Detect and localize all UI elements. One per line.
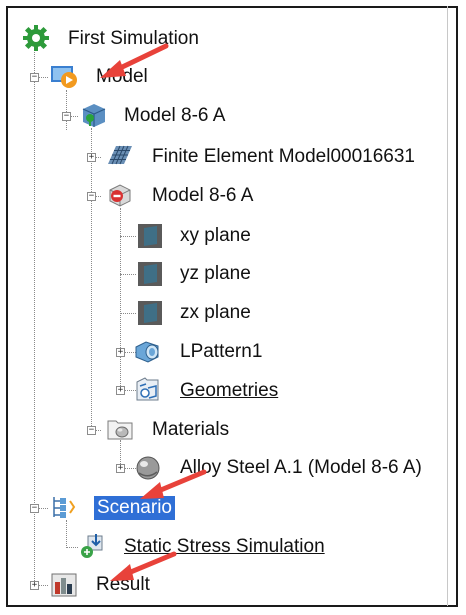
expand-toggle[interactable]: + bbox=[116, 386, 125, 395]
part-icon bbox=[82, 104, 106, 127]
body-icon bbox=[109, 184, 131, 207]
tree-node-label: Geometries bbox=[180, 380, 279, 401]
expand-toggle[interactable]: + bbox=[87, 153, 96, 162]
mesh-icon bbox=[108, 145, 132, 165]
tree-node-label: xy plane bbox=[180, 225, 251, 246]
tree-node-label: zx plane bbox=[180, 302, 251, 323]
collapse-toggle[interactable]: − bbox=[87, 426, 96, 435]
scenario-icon bbox=[53, 497, 76, 518]
expand-toggle[interactable]: + bbox=[116, 348, 125, 357]
tree-node-label: Model 8-6 A bbox=[152, 185, 254, 206]
collapse-toggle[interactable]: − bbox=[30, 73, 39, 82]
tree-node-label: Model 8-6 A bbox=[124, 105, 226, 126]
arrow-annotation-model bbox=[100, 43, 169, 78]
expand-toggle[interactable]: + bbox=[116, 464, 125, 473]
result-icon bbox=[51, 573, 77, 597]
collapse-toggle[interactable]: − bbox=[62, 112, 71, 121]
plane-icon bbox=[138, 262, 162, 286]
arrow-annotation-scenario bbox=[140, 469, 207, 499]
pattern-icon bbox=[135, 341, 159, 363]
tree-line bbox=[91, 128, 92, 430]
tree-node-label: Materials bbox=[152, 419, 230, 440]
panel-divider bbox=[447, 6, 448, 606]
plane-icon bbox=[138, 224, 162, 248]
expand-toggle[interactable]: + bbox=[30, 581, 39, 590]
tree-line bbox=[120, 313, 136, 314]
tree-node-label: yz plane bbox=[180, 263, 251, 284]
geometries-icon bbox=[136, 377, 159, 401]
gear-icon bbox=[23, 25, 49, 51]
collapse-toggle[interactable]: − bbox=[87, 192, 96, 201]
tree-node-label: LPattern1 bbox=[180, 341, 263, 362]
model-icon bbox=[51, 66, 77, 88]
folder-icon bbox=[107, 420, 133, 440]
tree-line bbox=[120, 236, 136, 237]
tree-line bbox=[66, 90, 67, 130]
tree-node-label: Alloy Steel A.1 (Model 8-6 A) bbox=[180, 457, 422, 478]
tree-line bbox=[66, 547, 78, 548]
tree-node-label: Finite Element Model00016631 bbox=[152, 146, 416, 167]
tree-line bbox=[66, 520, 67, 548]
arrow-annotation-result bbox=[110, 551, 177, 581]
collapse-toggle[interactable]: − bbox=[30, 504, 39, 513]
plane-icon bbox=[138, 301, 162, 325]
tree-line bbox=[120, 274, 136, 275]
